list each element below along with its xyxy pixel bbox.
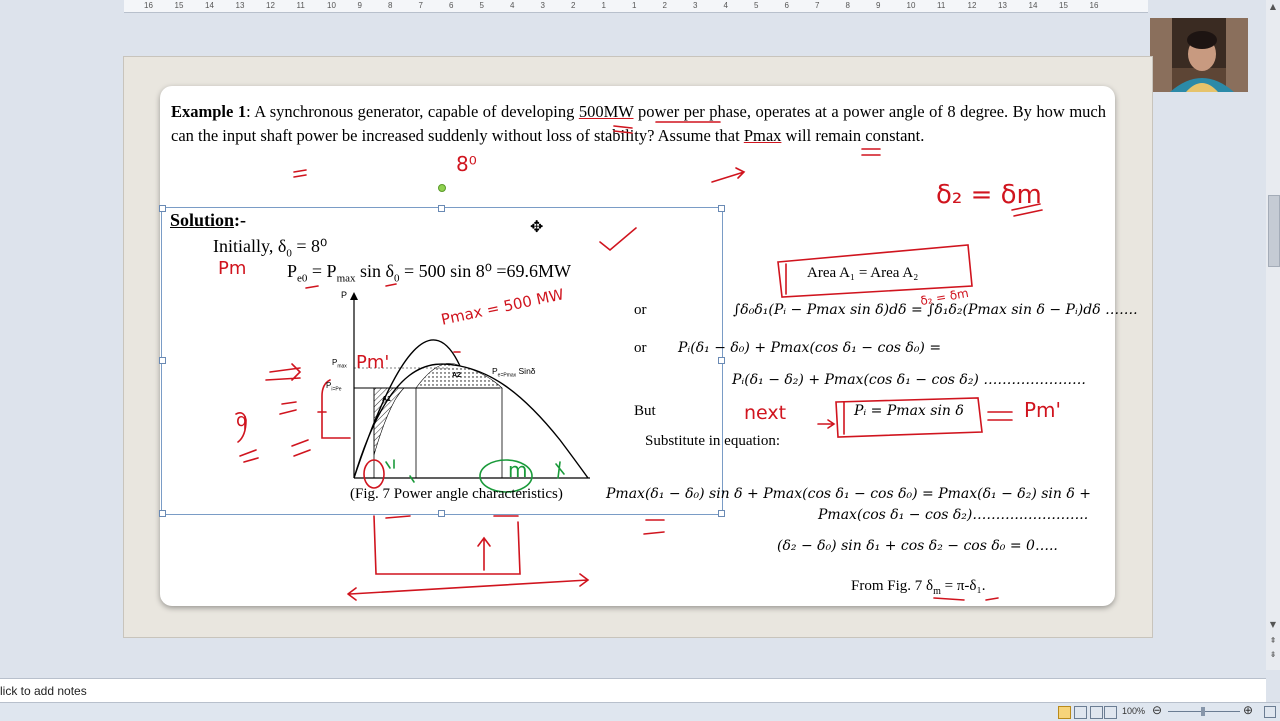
resize-handle[interactable] — [159, 357, 166, 364]
equation-line-3a: Pmax(δ₁ − δ₀) sin δ + Pmax(cos δ₁ − cos … — [606, 486, 1091, 502]
ink-delta2-dm: δ₂ = δm — [936, 180, 1042, 210]
or-label-2: or — [634, 340, 647, 356]
resize-handle[interactable] — [159, 510, 166, 517]
ruler-mark: 13 — [998, 1, 1007, 10]
ruler-mark: 12 — [266, 1, 275, 10]
ruler-mark: 3 — [540, 1, 545, 10]
ink-eight-degrees: 8⁰ — [456, 152, 477, 176]
zoom-in-icon[interactable]: ⊕ — [1243, 703, 1253, 717]
ruler-mark: 5 — [479, 1, 484, 10]
example-text[interactable]: Example 1: A synchronous generator, capa… — [171, 100, 1106, 147]
scroll-down-icon[interactable]: ▼ — [1268, 620, 1278, 630]
normal-view-icon[interactable] — [1058, 706, 1071, 719]
ruler-mark: 9 — [357, 1, 362, 10]
ruler-mark: 11 — [296, 1, 305, 10]
notes-placeholder: lick to add notes — [0, 684, 87, 698]
fig-a1-label: A1 — [382, 396, 391, 403]
substitute-label: Substitute in equation: — [645, 433, 780, 449]
figure-caption: (Fig. 7 Power angle characteristics) — [350, 486, 563, 502]
ink-pm-prime-2: Pm' — [1024, 398, 1062, 422]
pi-equation: Pᵢ = Pmax sin δ — [854, 403, 964, 419]
ruler-mark: 11 — [937, 1, 946, 10]
fig-reference: From Fig. 7 δm = π-δ₁. — [851, 578, 986, 597]
reading-view-icon[interactable] — [1090, 706, 1103, 719]
resize-handle[interactable] — [718, 357, 725, 364]
ruler-mark: 5 — [754, 1, 759, 10]
zoom-level[interactable]: 100% — [1122, 706, 1145, 716]
vertical-scrollbar[interactable]: ▲ ▼ ⇞ ⇟ — [1266, 0, 1280, 670]
ruler-mark: 8 — [845, 1, 850, 10]
notes-pane[interactable]: lick to add notes — [0, 678, 1266, 703]
ruler-mark: 12 — [967, 1, 977, 10]
ruler-mark: 9 — [876, 1, 881, 10]
fig-curve-label: Pe=Pmax Sinδ — [492, 366, 536, 379]
example-label: Example 1 — [171, 102, 247, 121]
ruler-mark: 14 — [1028, 1, 1038, 10]
ruler-mark: 6 — [784, 1, 789, 10]
equation-line-2b: Pᵢ(δ₁ − δ₂) + Pmax(cos δ₁ − cos δ₂) …………… — [732, 372, 1086, 388]
ruler-mark: 16 — [144, 1, 153, 10]
ruler-mark: 1 — [632, 1, 637, 10]
presenter-webcam — [1150, 18, 1248, 92]
ruler-mark: 15 — [174, 1, 184, 10]
but-label: But — [634, 403, 656, 419]
ink-next: next — [744, 402, 787, 424]
status-bar: 100% ⊖ ⊕ — [0, 702, 1280, 721]
equation-line-4: (δ₂ − δ₀) sin δ₁ + cos δ₂ − cos δ₀ = 0….… — [777, 538, 1058, 554]
ruler-mark: 2 — [571, 1, 576, 10]
zoom-out-icon[interactable]: ⊖ — [1152, 703, 1162, 717]
ruler-mark: 3 — [693, 1, 698, 10]
ruler-mark: 10 — [906, 1, 916, 10]
ruler-mark: 16 — [1089, 1, 1099, 10]
power-value: 500MW — [578, 102, 634, 121]
slideshow-icon[interactable] — [1104, 706, 1117, 719]
equation-line-2a: Pᵢ(δ₁ − δ₀) + Pmax(cos δ₁ − cos δ₀) = — [678, 340, 942, 356]
resize-handle[interactable] — [718, 205, 725, 212]
ink-pm: Pm — [218, 258, 247, 279]
pe0-equation: Pe0 = Pmax sin δ0 = 500 sin 8⁰ =69.6MW — [287, 261, 572, 285]
fit-to-window-icon[interactable] — [1264, 706, 1276, 718]
solution-heading: Solution:- — [170, 210, 247, 230]
ruler-mark: 7 — [418, 1, 423, 10]
fig-pmax-label: Pmax — [332, 358, 347, 370]
prev-slide-icon[interactable]: ⇞ — [1268, 636, 1278, 646]
ruler-mark: 13 — [235, 1, 245, 10]
initial-angle: Initially, δ0 = 8⁰ — [213, 236, 328, 260]
resize-handle[interactable] — [159, 205, 166, 212]
ink-m-circle: m — [508, 458, 528, 482]
fig-a2-label: A2 — [452, 372, 461, 379]
ruler-mark: 4 — [510, 1, 515, 10]
scroll-up-icon[interactable]: ▲ — [1268, 2, 1278, 12]
ruler-mark: 6 — [449, 1, 454, 10]
zoom-slider-thumb[interactable] — [1201, 707, 1205, 716]
ruler-mark: 10 — [327, 1, 336, 10]
ruler-mark: 2 — [662, 1, 667, 10]
ruler-mark: 1 — [601, 1, 606, 10]
resize-handle[interactable] — [438, 205, 445, 212]
fig-y-label: P — [341, 290, 348, 300]
resize-handle[interactable] — [718, 510, 725, 517]
or-label-1: or — [634, 302, 647, 318]
ruler-mark: 7 — [815, 1, 820, 10]
scroll-thumb[interactable] — [1268, 195, 1280, 267]
equation-line-3b: Pmax(cos δ₁ − cos δ₂)………..………….. — [818, 507, 1089, 523]
horizontal-ruler: 16 15 14 13 12 11 10 9 8 7 6 5 4 3 2 1 1 2 3 4 5 6 7 8 9 10 11 12 13… — [124, 0, 1148, 13]
pmax-term: Pmax — [743, 125, 782, 145]
ink-pm-prime: Pm' — [356, 352, 390, 373]
slide-sorter-icon[interactable] — [1074, 706, 1087, 719]
ruler-mark: 4 — [723, 1, 728, 10]
resize-handle[interactable] — [438, 510, 445, 517]
rotate-handle[interactable] — [438, 184, 446, 192]
next-slide-icon[interactable]: ⇟ — [1268, 650, 1278, 660]
ink-q: q — [236, 410, 248, 431]
fig-pi-label: Pi=Pe — [326, 381, 342, 393]
area-equality: Area A₁ = Area A₂ — [807, 265, 919, 281]
move-cursor-icon: ✥ — [530, 217, 544, 236]
ruler-mark: 14 — [205, 1, 214, 10]
ruler-mark: 8 — [388, 1, 393, 10]
ruler-mark: 15 — [1059, 1, 1068, 10]
